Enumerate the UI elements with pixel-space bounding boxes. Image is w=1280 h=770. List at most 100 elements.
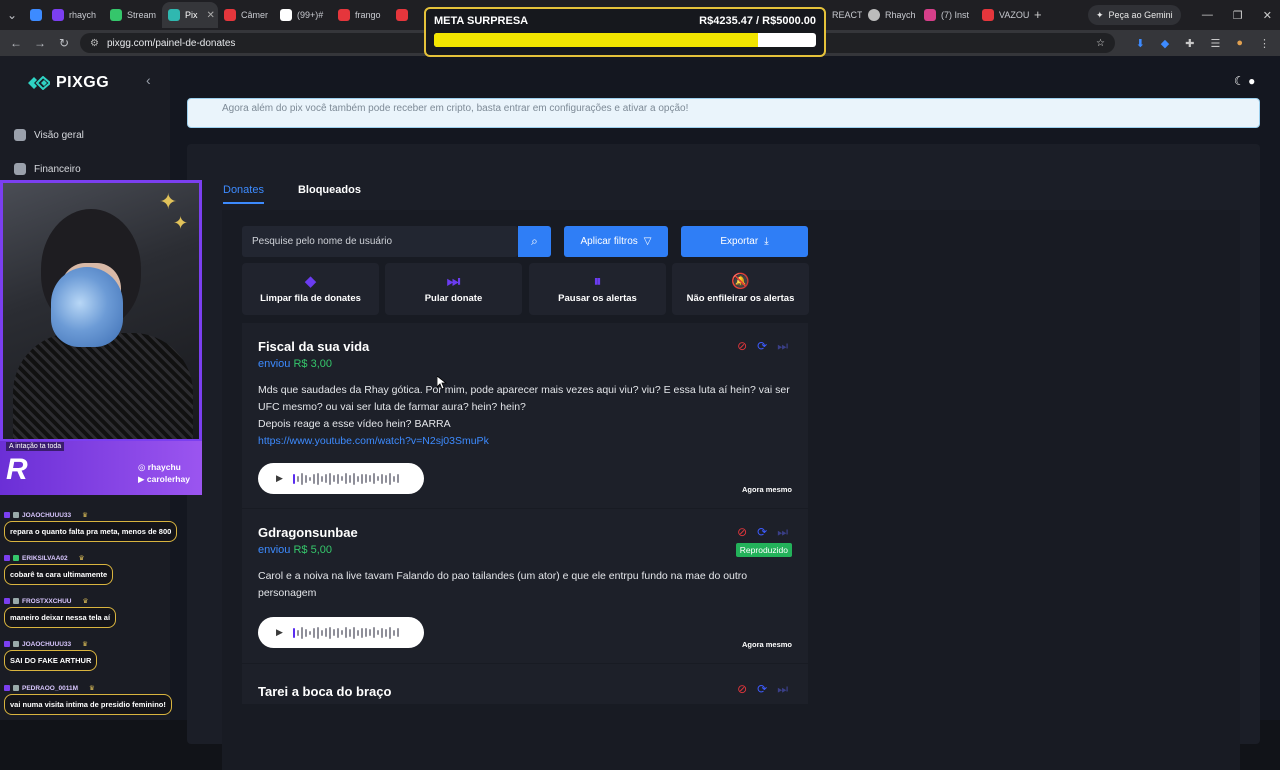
- waveform-bar: [376, 630, 379, 635]
- theme-toggle-icon[interactable]: ☾ ●: [1234, 74, 1255, 88]
- browser-tab[interactable]: [24, 2, 46, 28]
- chat-bubble: cobarê ta cara ultimamente: [4, 564, 114, 585]
- replay-icon[interactable]: ⟳: [757, 682, 767, 697]
- search-icon: ⌕: [531, 234, 538, 248]
- close-tab-icon[interactable]: ✕: [207, 10, 215, 21]
- browser-tab[interactable]: Rhaych: [862, 2, 916, 28]
- block-icon[interactable]: ⊘: [737, 339, 747, 354]
- audio-player[interactable]: ▶: [258, 463, 424, 494]
- pixgg-logo-icon: [28, 76, 50, 90]
- pause-alerts-button[interactable]: ⏸ Pausar os alertas: [529, 263, 666, 315]
- sidebar-item-overview[interactable]: Visão geral: [14, 129, 84, 141]
- browser-tab[interactable]: Câmer: [218, 2, 274, 28]
- reload-icon[interactable]: ↻: [52, 36, 76, 50]
- play-icon[interactable]: ▶: [276, 473, 283, 484]
- bookmark-star-icon[interactable]: ☆: [1096, 38, 1105, 49]
- browser-tab[interactable]: rhaych: [46, 2, 104, 28]
- maximize-icon[interactable]: ❐: [1233, 9, 1243, 22]
- collapse-sidebar-chevron-icon[interactable]: ‹: [146, 72, 151, 88]
- gemini-button[interactable]: ✦ Peça ao Gemini: [1088, 5, 1181, 25]
- download-icon[interactable]: ⬇: [1136, 37, 1145, 50]
- extension-diamond-icon[interactable]: ◆: [1161, 37, 1169, 50]
- badge-icon: [4, 555, 10, 561]
- no-queue-alerts-button[interactable]: 🔕 Não enfileirar os alertas: [672, 263, 809, 315]
- sidebar-item-financial[interactable]: Financeiro: [14, 163, 81, 175]
- donate-message: Carol e a noiva na live tavam Falando do…: [258, 570, 748, 599]
- skip-donate-button[interactable]: ⏭ Pular donate: [385, 263, 522, 315]
- browser-tab[interactable]: REACT: [826, 2, 862, 28]
- audio-waveform[interactable]: [292, 472, 399, 486]
- badge-icon: [4, 598, 10, 604]
- extensions-puzzle-icon[interactable]: ✚: [1185, 37, 1194, 50]
- tab-blocked[interactable]: Bloqueados: [298, 184, 361, 204]
- donor-name: Gdragonsunbae: [258, 525, 358, 540]
- tab-donates[interactable]: Donates: [223, 184, 264, 204]
- waveform-bar: [348, 628, 351, 637]
- chat-username: PEDRAOO_0011M ♛: [4, 684, 172, 692]
- skip-icon[interactable]: ⏭: [777, 525, 788, 540]
- clear-queue-button[interactable]: ◆ Limpar fila de donates: [242, 263, 379, 315]
- instagram-icon: ◎: [138, 462, 146, 472]
- replay-icon[interactable]: ⟳: [757, 339, 767, 354]
- waveform-bar: [396, 628, 399, 637]
- reading-list-icon[interactable]: ☰: [1210, 37, 1220, 50]
- search-input[interactable]: Pesquise pelo nome de usuário: [242, 226, 518, 257]
- new-tab-plus-icon[interactable]: +: [1034, 7, 1042, 22]
- badge-icon: [13, 685, 19, 691]
- audio-player[interactable]: ▶: [258, 617, 424, 648]
- export-button[interactable]: Exportar ⤓: [681, 226, 808, 257]
- pause-icon: ⏸: [593, 273, 602, 290]
- chat-message: PEDRAOO_0011M ♛ vai numa visita intima de…: [4, 684, 172, 715]
- skip-icon[interactable]: ⏭: [777, 682, 788, 697]
- crown-icon: ♛: [82, 641, 88, 648]
- waveform-bar: [308, 476, 311, 481]
- waveform-bar: [352, 626, 355, 639]
- chat-username: JOAOCHUUU33 ♛: [4, 640, 97, 648]
- chat-message: JOAOCHUUU33 ♛ repara o quanto falta pra m…: [4, 511, 178, 542]
- block-icon[interactable]: ⊘: [737, 682, 747, 697]
- waveform-bar: [376, 476, 379, 481]
- play-icon[interactable]: ▶: [276, 627, 283, 638]
- waveform-bar: [320, 475, 323, 482]
- goal-progress-fill: [434, 33, 758, 47]
- skip-icon[interactable]: ⏭: [777, 339, 788, 354]
- download-icon: ⤓: [764, 236, 769, 247]
- audio-waveform[interactable]: [292, 626, 399, 640]
- forward-arrow-icon[interactable]: →: [28, 36, 52, 50]
- close-window-icon[interactable]: ✕: [1263, 9, 1272, 22]
- waveform-bar: [364, 474, 367, 483]
- tab-list-chevron-icon[interactable]: ⌄: [0, 8, 24, 22]
- brand-logo: R: [6, 453, 28, 486]
- waveform-bar: [368, 475, 371, 482]
- replay-icon[interactable]: ⟳: [757, 525, 767, 540]
- crown-icon: ♛: [89, 685, 95, 692]
- browser-tab[interactable]: frango: [332, 2, 390, 28]
- back-arrow-icon[interactable]: ←: [4, 36, 28, 50]
- waveform-bar: [392, 475, 395, 482]
- badge-icon: [4, 641, 10, 647]
- kebab-menu-icon[interactable]: ⋮: [1259, 37, 1270, 50]
- profile-avatar-icon[interactable]: ●: [1236, 37, 1243, 49]
- search-button[interactable]: ⌕: [518, 226, 551, 257]
- info-banner: Agora além do pix você também pode receb…: [187, 98, 1260, 128]
- site-info-icon[interactable]: ⚙: [90, 38, 99, 49]
- donate-card: Gdragonsunbae enviou R$ 5,00 ⊘ ⟳ ⏭ Repro…: [242, 509, 808, 663]
- browser-tab[interactable]: [390, 2, 412, 28]
- tab-favicon-icon: [924, 9, 936, 21]
- minimize-icon[interactable]: —: [1202, 9, 1213, 21]
- donor-name: Tarei a boca do braço: [258, 684, 392, 699]
- tab-favicon-icon: [30, 9, 42, 21]
- webcam-person-body: [13, 333, 193, 439]
- apply-filters-button[interactable]: Aplicar filtros ▽: [564, 226, 668, 257]
- browser-tab-active[interactable]: Pix ✕: [162, 2, 218, 28]
- waveform-bar: [372, 473, 375, 484]
- chat-bubble: repara o quanto falta pra meta, menos de…: [4, 521, 178, 542]
- pixgg-logo[interactable]: PIXGG: [28, 74, 109, 92]
- browser-tab[interactable]: (99+)#: [274, 2, 332, 28]
- block-icon[interactable]: ⊘: [737, 525, 747, 540]
- donate-link[interactable]: https://www.youtube.com/watch?v=N2sj03Sm…: [258, 433, 798, 450]
- browser-tab[interactable]: Stream: [104, 2, 162, 28]
- waveform-bar: [340, 476, 343, 481]
- browser-tab[interactable]: VAZOU: [976, 2, 1030, 28]
- browser-tab[interactable]: (7) Inst: [918, 2, 974, 28]
